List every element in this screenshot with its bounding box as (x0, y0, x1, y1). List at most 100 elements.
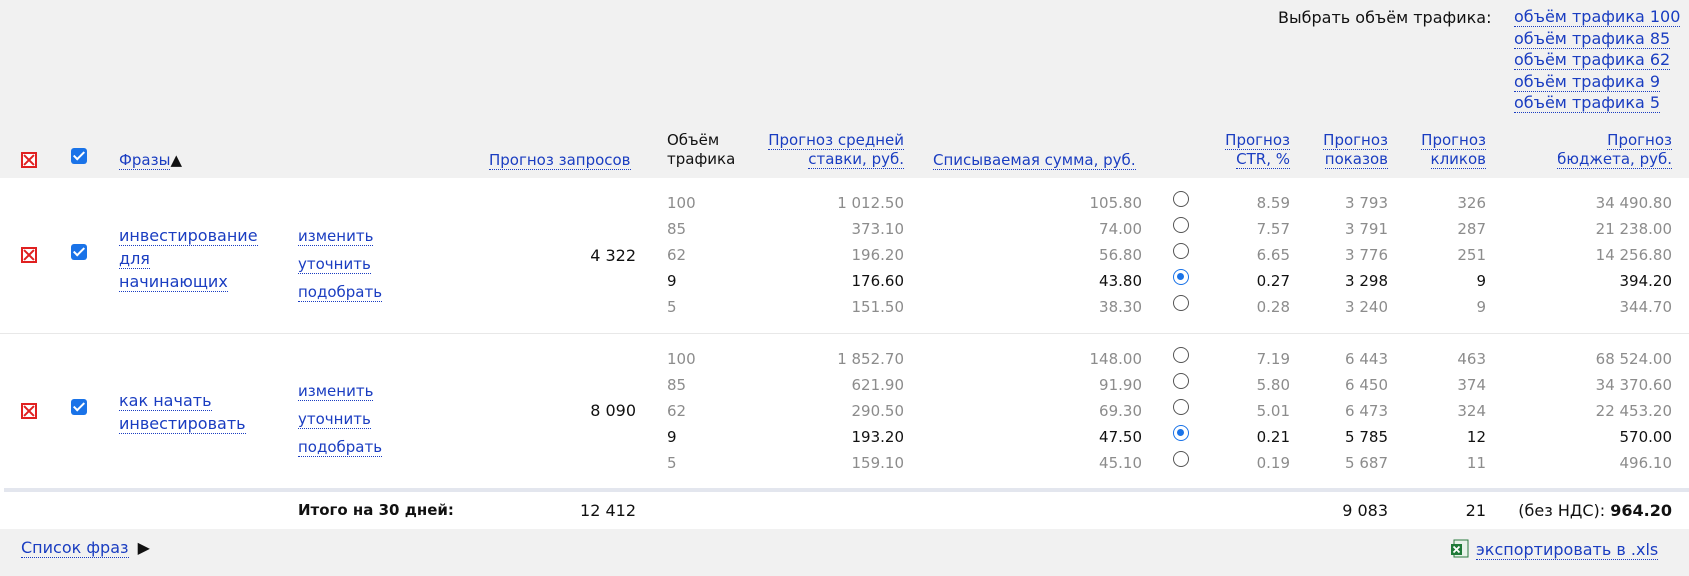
phrase-link-line1[interactable]: как начать (119, 391, 212, 411)
phrase-list-link[interactable]: Список фраз (21, 538, 129, 558)
shows-value: 6 443 (1345, 350, 1388, 368)
ctr-value: 0.21 (1256, 428, 1290, 446)
sort-ctr-line2[interactable]: CTR, % (1236, 150, 1290, 169)
sort-charge-link[interactable]: Списываемая сумма, руб. (933, 151, 1136, 170)
delete-phrase-checkbox[interactable] (21, 403, 37, 419)
sort-budget-line1[interactable]: Прогноз (1607, 131, 1672, 150)
change-link[interactable]: изменить (298, 227, 374, 246)
clicks-header: Прогноз кликов (1400, 131, 1486, 169)
totals-budget-value: 964.20 (1610, 501, 1672, 520)
ctr-value: 5.80 (1256, 376, 1290, 394)
traffic-option-100[interactable]: объём трафика 100 (1514, 7, 1681, 27)
sort-avg-bid-line1[interactable]: Прогноз средней (768, 131, 904, 150)
traffic-volume-value: 62 (667, 402, 687, 420)
delete-phrase-checkbox[interactable] (21, 247, 37, 263)
totals-divider (4, 488, 1689, 492)
clicks-value: 9 (1476, 298, 1486, 316)
budget-value: 34 370.60 (1595, 376, 1672, 394)
ctr-value: 8.59 (1256, 194, 1290, 212)
phrase-link-line3[interactable]: начинающих (119, 272, 228, 292)
select-phrase-checkbox[interactable] (71, 399, 87, 415)
clicks-value: 463 (1457, 350, 1486, 368)
clicks-value: 287 (1457, 220, 1486, 238)
sort-asc-icon: ▲ (170, 151, 182, 169)
totals-requests: 12 412 (580, 501, 636, 520)
avg-bid-value: 1 852.70 (837, 350, 904, 368)
budget-value: 22 453.20 (1595, 402, 1672, 420)
sort-budget-line2[interactable]: бюджета, руб. (1557, 150, 1672, 169)
expand-arrow-icon: ▶ (137, 538, 150, 557)
charge-value: 74.00 (1099, 220, 1142, 238)
sort-shows-line2[interactable]: показов (1324, 150, 1388, 169)
charge-value: 56.80 (1099, 246, 1142, 264)
traffic-option-9[interactable]: объём трафика 9 (1514, 71, 1661, 92)
sort-shows-line1[interactable]: Прогноз (1323, 131, 1388, 150)
phrase-link-line2[interactable]: инвестировать (119, 414, 246, 434)
change-link[interactable]: изменить (298, 382, 374, 401)
export-xls-link[interactable]: экспортировать в .xls (1476, 540, 1659, 560)
clicks-value: 12 (1466, 428, 1486, 446)
sort-requests-link[interactable]: Прогноз запросов (489, 151, 631, 170)
group-divider (0, 333, 1689, 334)
shows-value: 3 793 (1345, 194, 1388, 212)
shows-value: 3 776 (1345, 246, 1388, 264)
budget-value: 496.10 (1619, 454, 1673, 472)
shows-header: Прогноз показов (1300, 131, 1388, 169)
refine-link[interactable]: уточнить (298, 410, 371, 429)
sort-ctr-line1[interactable]: Прогноз (1225, 131, 1290, 150)
charge-value: 45.10 (1099, 454, 1142, 472)
shows-value: 3 298 (1345, 272, 1388, 290)
traffic-options: объём трафика 100 объём трафика 85 объём… (1514, 6, 1681, 114)
shows-value: 5 785 (1345, 428, 1388, 446)
traffic-option-85[interactable]: объём трафика 85 (1514, 28, 1671, 49)
budget-value: 21 238.00 (1595, 220, 1672, 238)
traffic-volume-value: 85 (667, 220, 687, 238)
budget-value: 14 256.80 (1595, 246, 1672, 264)
traffic-volume-value: 9 (667, 428, 677, 446)
ctr-value: 7.19 (1256, 350, 1290, 368)
avg-bid-value: 290.50 (851, 402, 905, 420)
budget-value: 34 490.80 (1595, 194, 1672, 212)
sort-clicks-line2[interactable]: кликов (1430, 150, 1486, 169)
shows-value: 3 791 (1345, 220, 1388, 238)
ctr-value: 5.01 (1256, 402, 1290, 420)
avg-bid-value: 159.10 (851, 454, 905, 472)
phrase-link-line1[interactable]: инвестирование (119, 226, 258, 246)
avg-bid-value: 373.10 (851, 220, 905, 238)
clicks-value: 324 (1457, 402, 1486, 420)
select-all-checkbox[interactable] (71, 148, 87, 164)
avg-bid-value: 193.20 (851, 428, 905, 446)
ctr-value: 0.28 (1256, 298, 1290, 316)
traffic-select-label: Выбрать объём трафика: (1278, 8, 1492, 27)
requests-value: 8 090 (590, 401, 636, 420)
sort-phrases-link[interactable]: Фразы (119, 151, 171, 170)
totals-label: Итого на 30 дней: (298, 501, 454, 519)
sort-avg-bid-line2[interactable]: ставки, руб. (808, 150, 904, 169)
select-phrase-checkbox[interactable] (71, 244, 87, 260)
pick-link[interactable]: подобрать (298, 438, 383, 457)
excel-icon (1451, 539, 1469, 558)
sort-clicks-line1[interactable]: Прогноз (1421, 131, 1486, 150)
phrase-link-line2[interactable]: для (119, 249, 150, 269)
phrase-text: инвестирование для начинающих (119, 224, 258, 293)
phrase-actions: изменить уточнить подобрать (298, 377, 383, 461)
budget-header: Прогноз бюджета, руб. (1500, 131, 1672, 169)
ctr-header: Прогноз CTR, % (1180, 131, 1290, 169)
traffic-option-5[interactable]: объём трафика 5 (1514, 93, 1661, 113)
clicks-value: 9 (1476, 272, 1486, 290)
phrase-actions: изменить уточнить подобрать (298, 222, 383, 306)
shows-value: 6 450 (1345, 376, 1388, 394)
totals-budget: (без НДС): 964.20 (1480, 501, 1672, 520)
clicks-value: 251 (1457, 246, 1486, 264)
traffic-volume-value: 9 (667, 272, 677, 290)
requests-value: 4 322 (590, 246, 636, 265)
pick-link[interactable]: подобрать (298, 283, 383, 302)
ctr-value: 0.27 (1256, 272, 1290, 290)
delete-all-checkbox[interactable] (21, 152, 37, 168)
charge-value: 148.00 (1089, 350, 1143, 368)
phrase-text: как начать инвестировать (119, 389, 246, 435)
traffic-option-62[interactable]: объём трафика 62 (1514, 50, 1671, 70)
ctr-value: 0.19 (1256, 454, 1290, 472)
refine-link[interactable]: уточнить (298, 255, 371, 274)
traffic-volume-value: 100 (667, 350, 696, 368)
